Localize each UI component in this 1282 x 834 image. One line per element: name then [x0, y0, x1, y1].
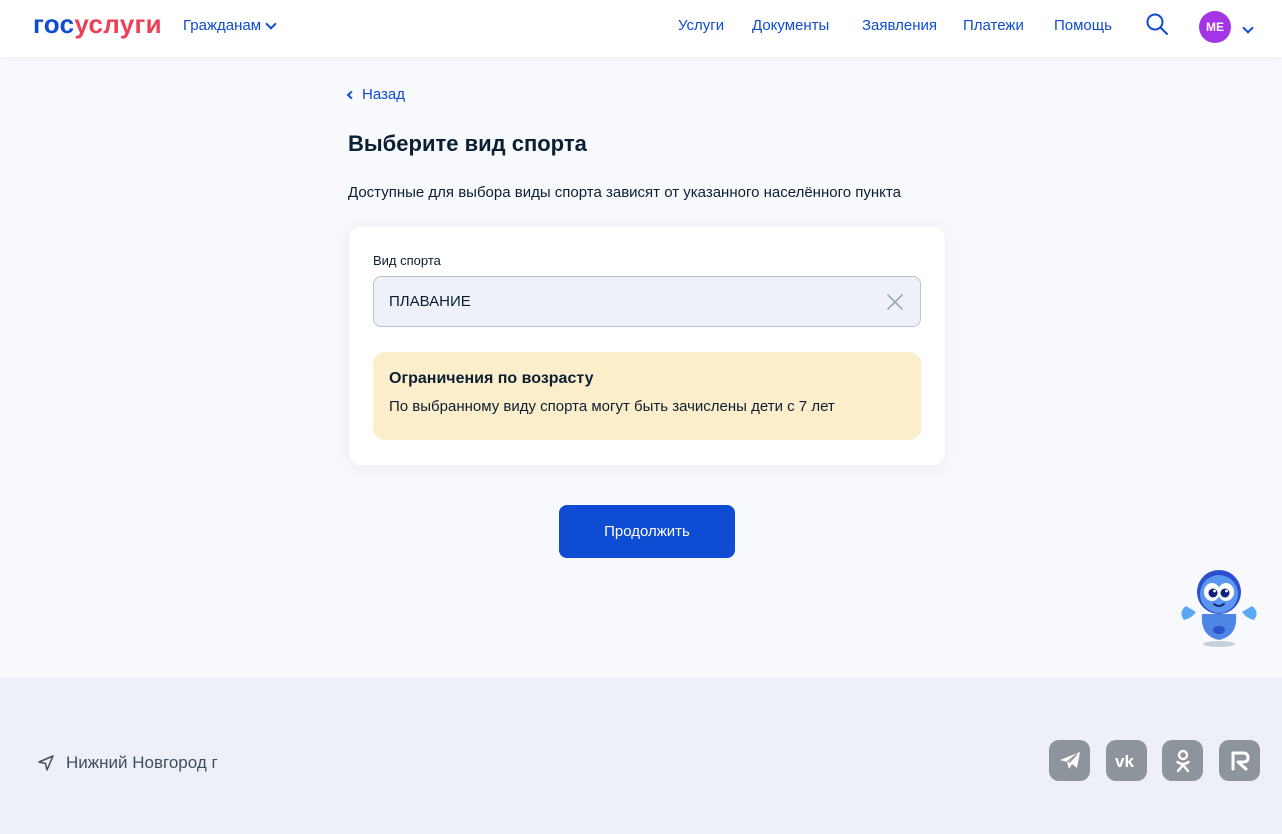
notice-text: По выбранному виду спорта могут быть зач…	[389, 398, 835, 415]
location-selector[interactable]: Нижний Новгород г	[38, 753, 218, 773]
logo-part-gos: гос	[33, 9, 75, 39]
rutube-icon[interactable]	[1219, 740, 1260, 781]
citizens-dropdown[interactable]: Гражданам	[183, 17, 277, 34]
footer: Нижний Новгород г vk	[0, 678, 1282, 834]
notice-title: Ограничения по возрасту	[389, 370, 594, 387]
svg-text:vk: vk	[1115, 753, 1134, 769]
sport-field[interactable]	[373, 276, 921, 327]
nav-applications[interactable]: Заявления	[862, 17, 963, 34]
location-arrow-icon	[38, 755, 54, 771]
avatar-chevron-down-icon[interactable]	[1242, 19, 1254, 37]
sport-field-label: Вид спорта	[373, 253, 441, 268]
vk-icon[interactable]: vk	[1106, 740, 1147, 781]
search-icon[interactable]	[1145, 12, 1169, 36]
nav-services[interactable]: Услуги	[678, 17, 752, 34]
back-link[interactable]: Назад	[346, 86, 405, 103]
sport-selection-card: Вид спорта Ограничения по возрасту По вы…	[349, 227, 945, 465]
robot-assistant-icon[interactable]	[1178, 566, 1260, 650]
avatar[interactable]: ME	[1199, 11, 1231, 43]
gosuslugi-logo[interactable]: госуслуги	[33, 9, 162, 40]
top-header: госуслуги Гражданам Услуги Документы Зая…	[0, 0, 1282, 57]
age-restriction-notice: Ограничения по возрасту По выбранному ви…	[373, 352, 921, 440]
telegram-icon[interactable]	[1049, 740, 1090, 781]
chevron-left-icon	[346, 90, 356, 99]
location-label: Нижний Новгород г	[66, 753, 218, 772]
page-title: Выберите вид спорта	[348, 131, 587, 156]
nav-documents[interactable]: Документы	[752, 17, 862, 34]
back-label: Назад	[362, 86, 405, 103]
logo-part-uslugi: услуги	[74, 9, 162, 39]
nav-help[interactable]: Помощь	[1054, 17, 1124, 34]
main-nav: Услуги Документы Заявления Платежи Помощ…	[678, 17, 1124, 34]
continue-button[interactable]: Продолжить	[559, 505, 735, 558]
chevron-down-icon	[265, 17, 277, 30]
sport-input[interactable]	[389, 293, 869, 310]
nav-payments[interactable]: Платежи	[963, 17, 1054, 34]
close-icon[interactable]	[885, 292, 905, 312]
odnoklassniki-icon[interactable]	[1162, 740, 1203, 781]
page-subtitle: Доступные для выбора виды спорта зависят…	[348, 184, 901, 201]
citizens-label: Гражданам	[183, 17, 262, 34]
